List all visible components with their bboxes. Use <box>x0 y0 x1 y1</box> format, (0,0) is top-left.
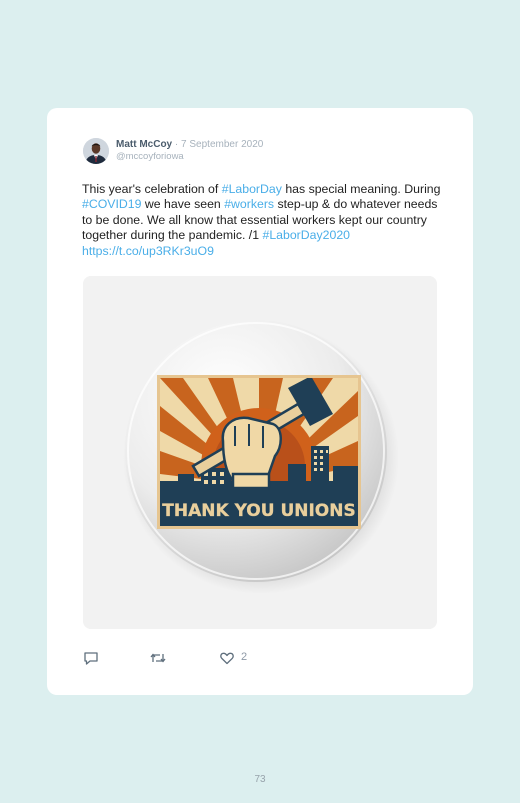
poster-caption: THANK YOU UNIONS <box>162 501 355 521</box>
heart-icon <box>219 652 235 670</box>
hashtag-laborday2020[interactable]: #LaborDay2020 <box>262 228 350 242</box>
like-button[interactable] <box>219 650 235 666</box>
tweet-date[interactable]: 7 September 2020 <box>181 139 263 150</box>
tweet-actions: 2 <box>83 650 383 666</box>
union-button-image: THANK YOU UNIONS <box>83 276 437 629</box>
separator-dot: · <box>174 139 179 150</box>
text-segment: This year's celebration of <box>82 182 222 196</box>
author-name[interactable]: Matt McCoy <box>116 139 172 150</box>
tweet-link[interactable]: https://t.co/up3RKr3uO9 <box>82 244 214 258</box>
avatar[interactable] <box>83 138 109 164</box>
hashtag-covid19[interactable]: #COVID19 <box>82 197 141 211</box>
text-segment: has special meaning. During <box>281 182 441 196</box>
hashtag-workers[interactable]: #workers <box>224 197 274 211</box>
retweet-button[interactable] <box>149 650 167 666</box>
text-segment: we have seen <box>141 197 225 212</box>
retweet-icon <box>149 653 167 670</box>
author-line: Matt McCoy · 7 September 2020 <box>116 139 263 150</box>
reply-icon <box>83 652 99 670</box>
author-handle[interactable]: @mccoyforiowa <box>116 151 184 162</box>
like-count: 2 <box>241 651 248 663</box>
reply-button[interactable] <box>83 650 99 666</box>
tweet-image[interactable]: THANK YOU UNIONS <box>83 276 437 629</box>
hashtag-laborday[interactable]: #LaborDay <box>222 182 282 196</box>
tweet-text: This year's celebration of #LaborDay has… <box>82 182 442 259</box>
page-number: 73 <box>254 774 266 785</box>
tweet-card: Matt McCoy · 7 September 2020 @mccoyfori… <box>47 108 473 695</box>
